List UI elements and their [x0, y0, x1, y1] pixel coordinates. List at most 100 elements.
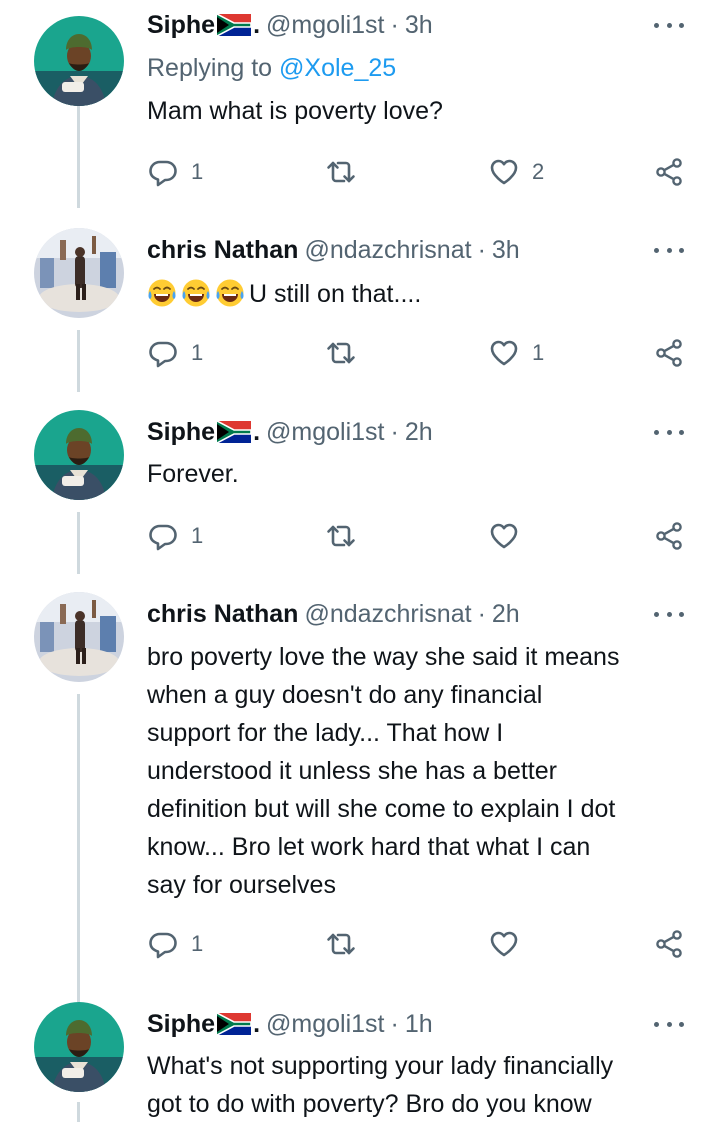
reply-count: 1	[191, 523, 204, 548]
retweet-icon	[325, 928, 357, 960]
user-handle[interactable]: @mgoli1st	[266, 1010, 384, 1039]
tweet-header: chris Nathan @ndazchrisnat · 2h	[147, 597, 520, 631]
reply-button[interactable]: 1	[147, 333, 203, 373]
tweet-text-line: support for the lady... That how I	[147, 719, 504, 747]
tweet-header: Siphe. @mgoli1st · 2h	[147, 415, 433, 449]
south-africa-flag-icon	[217, 421, 251, 443]
reply-count: 1	[191, 159, 204, 184]
tweet-text-line: got to do with poverty? Bro do you know	[147, 1090, 592, 1118]
share-button[interactable]	[653, 516, 685, 556]
reply-icon	[147, 928, 179, 960]
display-name-suffix: .	[253, 1009, 261, 1038]
tweet-header: Siphe. @mgoli1st · 1h	[147, 1007, 433, 1041]
tweet-text-line: bro poverty love the way she said it mea…	[147, 643, 620, 671]
share-icon	[653, 156, 685, 188]
replying-to-label: Replying to	[147, 54, 273, 82]
separator: ·	[477, 235, 486, 264]
tweet-text-line: when a guy doesn't do any financial	[147, 681, 543, 709]
share-button[interactable]	[653, 333, 685, 373]
timestamp[interactable]: 1h	[405, 1010, 433, 1039]
user-handle[interactable]: @mgoli1st	[266, 418, 384, 447]
like-button[interactable]	[488, 924, 532, 964]
display-name[interactable]: Siphe	[147, 1010, 215, 1039]
more-icon[interactable]	[654, 1015, 684, 1033]
south-africa-flag-icon	[217, 1013, 251, 1035]
thread-line	[77, 694, 80, 1002]
tweet-header: chris Nathan @ndazchrisnat · 3h	[147, 233, 520, 267]
tweet-text-line: definition but will she come to explain …	[147, 795, 616, 823]
reply-button[interactable]: 1	[147, 516, 203, 556]
separator: ·	[390, 417, 399, 446]
display-name-suffix: .	[253, 417, 261, 446]
more-icon[interactable]	[654, 241, 684, 259]
retweet-button[interactable]	[325, 152, 369, 192]
heart-icon	[488, 337, 520, 369]
tweet-text: What's not supporting your lady financia…	[147, 1047, 692, 1122]
more-icon[interactable]	[654, 605, 684, 623]
reply-button[interactable]: 1	[147, 924, 203, 964]
tweet-actions: 1 2	[147, 152, 692, 192]
share-button[interactable]	[653, 924, 685, 964]
thread-line	[77, 100, 80, 208]
reply-count: 1	[191, 931, 204, 956]
timestamp[interactable]: 3h	[405, 11, 433, 40]
tweet-text-line: understood it unless she has a better	[147, 757, 557, 785]
reply-icon	[147, 156, 179, 188]
separator: ·	[477, 599, 486, 628]
tweet-text: Forever.	[147, 460, 239, 488]
retweet-icon	[325, 520, 357, 552]
tweet-actions: 1	[147, 516, 692, 556]
tweet-actions: 1	[147, 924, 692, 964]
reply-icon	[147, 520, 179, 552]
timestamp[interactable]: 2h	[492, 600, 520, 629]
like-count: 1	[532, 340, 545, 365]
tweet-text-content: U still on that....	[249, 280, 422, 308]
timestamp[interactable]: 3h	[492, 236, 520, 265]
retweet-button[interactable]	[325, 333, 369, 373]
face-with-tears-of-joy-icon	[147, 278, 177, 308]
display-name[interactable]: Siphe	[147, 11, 215, 40]
thread-line	[77, 512, 80, 574]
share-button[interactable]	[653, 152, 685, 192]
separator: ·	[390, 1009, 399, 1038]
share-icon	[653, 337, 685, 369]
reply-button[interactable]: 1	[147, 152, 203, 192]
display-name[interactable]: chris Nathan	[147, 236, 298, 265]
avatar[interactable]	[34, 228, 124, 318]
tweet-actions: 1 1	[147, 333, 692, 373]
south-africa-flag-icon	[217, 14, 251, 36]
display-name-suffix: .	[253, 10, 261, 39]
like-button[interactable]: 2	[488, 152, 544, 192]
face-with-tears-of-joy-icon	[215, 278, 245, 308]
retweet-button[interactable]	[325, 924, 369, 964]
tweet-text: bro poverty love the way she said it mea…	[147, 638, 692, 904]
avatar[interactable]	[34, 410, 124, 500]
reply-count: 1	[191, 340, 204, 365]
tweet-text: U still on that....	[147, 275, 692, 313]
share-icon	[653, 928, 685, 960]
avatar[interactable]	[34, 16, 124, 106]
mention-link[interactable]: @Xole_25	[279, 54, 396, 82]
display-name[interactable]: Siphe	[147, 418, 215, 447]
like-button[interactable]	[488, 516, 532, 556]
heart-icon	[488, 928, 520, 960]
more-icon[interactable]	[654, 423, 684, 441]
avatar[interactable]	[34, 592, 124, 682]
avatar[interactable]	[34, 1002, 124, 1092]
user-handle[interactable]: @ndazchrisnat	[304, 236, 471, 265]
reply-icon	[147, 337, 179, 369]
user-handle[interactable]: @mgoli1st	[266, 11, 384, 40]
timestamp[interactable]: 2h	[405, 418, 433, 447]
retweet-button[interactable]	[325, 516, 369, 556]
retweet-icon	[325, 337, 357, 369]
retweet-icon	[325, 156, 357, 188]
like-button[interactable]: 1	[488, 333, 544, 373]
replying-to: Replying to @Xole_25	[147, 54, 396, 83]
more-icon[interactable]	[654, 16, 684, 34]
thread-line	[77, 1102, 80, 1122]
thread-line	[77, 330, 80, 392]
display-name[interactable]: chris Nathan	[147, 600, 298, 629]
tweet-text: Mam what is poverty love?	[147, 97, 443, 125]
tweet-header: Siphe. @mgoli1st · 3h	[147, 8, 433, 42]
user-handle[interactable]: @ndazchrisnat	[304, 600, 471, 629]
